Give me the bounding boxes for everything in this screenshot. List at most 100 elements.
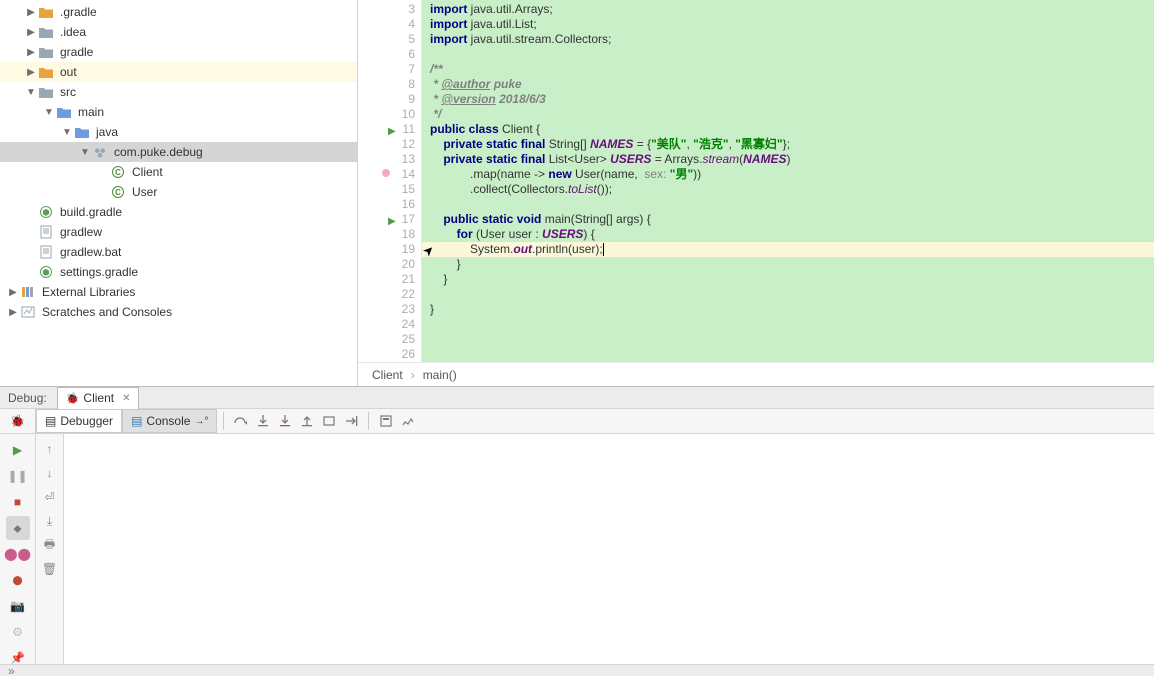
clear-icon[interactable]: 🗑: [39, 558, 61, 580]
tree-item[interactable]: CClient: [0, 162, 357, 182]
line-number[interactable]: 12: [358, 137, 421, 152]
code-line[interactable]: }: [422, 272, 1154, 287]
step-over-icon[interactable]: [230, 410, 252, 432]
line-number[interactable]: 22: [358, 287, 421, 302]
line-number[interactable]: 11▶: [358, 122, 421, 137]
close-icon[interactable]: ✕: [122, 393, 130, 404]
line-number[interactable]: 25: [358, 332, 421, 347]
tree-item[interactable]: ▼java: [0, 122, 357, 142]
code-line[interactable]: * @version 2018/6/3: [422, 92, 1154, 107]
breadcrumb-class[interactable]: Client: [372, 368, 403, 382]
line-number[interactable]: 3: [358, 2, 421, 17]
pin-icon[interactable]: →°: [194, 416, 208, 427]
expand-arrow-icon[interactable]: ▶: [24, 67, 38, 78]
tree-item[interactable]: ▼main: [0, 102, 357, 122]
tree-item[interactable]: ⬢build.gradle: [0, 202, 357, 222]
expand-arrow-icon[interactable]: ▶: [24, 47, 38, 58]
print-icon[interactable]: 🖶: [39, 534, 61, 556]
pause-icon[interactable]: ❚❚: [6, 464, 30, 488]
step-into-icon[interactable]: [252, 410, 274, 432]
down-icon[interactable]: ↓: [39, 462, 61, 484]
tab-debugger[interactable]: ▤ Debugger: [36, 409, 122, 433]
breadcrumb[interactable]: Client › main(): [358, 362, 1154, 386]
expand-arrow-icon[interactable]: ▶: [6, 287, 20, 298]
line-number[interactable]: 21: [358, 272, 421, 287]
tree-item[interactable]: CUser: [0, 182, 357, 202]
code-editor[interactable]: 34567891011▶121314151617▶181920212223242…: [358, 0, 1154, 386]
expand-arrow-icon[interactable]: ▼: [24, 87, 38, 98]
rerun-icon[interactable]: ▶: [6, 438, 30, 462]
code-line[interactable]: [422, 47, 1154, 62]
drop-frame-icon[interactable]: [318, 410, 340, 432]
line-number[interactable]: 13: [358, 152, 421, 167]
line-number[interactable]: 17▶: [358, 212, 421, 227]
line-number[interactable]: 20: [358, 257, 421, 272]
code-line[interactable]: private static final String[] NAMES = {"…: [422, 137, 1154, 152]
code-line[interactable]: [422, 287, 1154, 302]
code-line[interactable]: public static void main(String[] args) {: [422, 212, 1154, 227]
wrap-icon[interactable]: ⏎: [39, 486, 61, 508]
tree-item[interactable]: gradlew: [0, 222, 357, 242]
code-line[interactable]: [422, 347, 1154, 362]
code-line[interactable]: /**: [422, 62, 1154, 77]
expand-arrow-icon[interactable]: ▶: [24, 7, 38, 18]
settings-icon[interactable]: ⚙: [6, 620, 30, 644]
expand-arrow-icon[interactable]: ▶: [6, 307, 20, 318]
code-line[interactable]: [422, 332, 1154, 347]
line-number[interactable]: 6: [358, 47, 421, 62]
tree-item[interactable]: ▼src: [0, 82, 357, 102]
debug-run-tab[interactable]: 🐞 Client ✕: [57, 387, 140, 409]
breadcrumb-method[interactable]: main(): [423, 368, 457, 382]
step-out-icon[interactable]: [296, 410, 318, 432]
code-content[interactable]: import java.util.Arrays; import java.util…: [422, 0, 1154, 362]
scroll-end-icon[interactable]: ⤓: [39, 510, 61, 532]
debug-restore-icon[interactable]: 🐞: [10, 414, 25, 428]
code-line[interactable]: import java.util.Arrays;: [422, 2, 1154, 17]
code-line[interactable]: }: [422, 257, 1154, 272]
code-line[interactable]: }: [422, 302, 1154, 317]
code-line[interactable]: * @author puke: [422, 77, 1154, 92]
mute-breakpoints-icon[interactable]: ⬤⬤: [6, 542, 30, 566]
code-line[interactable]: .collect(Collectors.toList());: [422, 182, 1154, 197]
line-gutter[interactable]: 34567891011▶121314151617▶181920212223242…: [358, 0, 422, 362]
line-number[interactable]: 7: [358, 62, 421, 77]
code-line[interactable]: public class Client {: [422, 122, 1154, 137]
code-line[interactable]: private static final List<User> USERS = …: [422, 152, 1154, 167]
line-number[interactable]: 8: [358, 77, 421, 92]
evaluate-icon[interactable]: [375, 410, 397, 432]
code-line[interactable]: .map(name -> new User(name, sex: "男")): [422, 167, 1154, 182]
breakpoint-icon[interactable]: [382, 169, 390, 177]
stop-icon[interactable]: ■: [6, 490, 30, 514]
run-to-cursor-icon[interactable]: [340, 410, 362, 432]
line-number[interactable]: 23: [358, 302, 421, 317]
force-step-into-icon[interactable]: [274, 410, 296, 432]
statusbar-collapse-icon[interactable]: »: [8, 664, 13, 678]
line-number[interactable]: 15: [358, 182, 421, 197]
view-breakpoints-icon[interactable]: 🞙: [6, 516, 30, 540]
expand-arrow-icon[interactable]: ▶: [24, 27, 38, 38]
project-tree[interactable]: ▶.gradle▶.idea▶gradle▶out▼src▼main▼java▼…: [0, 0, 358, 386]
code-line[interactable]: for (User user : USERS) {: [422, 227, 1154, 242]
line-number[interactable]: 5: [358, 32, 421, 47]
line-number[interactable]: 10: [358, 107, 421, 122]
code-line[interactable]: [422, 197, 1154, 212]
line-number[interactable]: 26: [358, 347, 421, 362]
code-line[interactable]: [422, 317, 1154, 332]
console-output[interactable]: [64, 434, 1154, 670]
code-line[interactable]: */: [422, 107, 1154, 122]
code-line[interactable]: System.out.println(user);➤: [422, 242, 1154, 257]
expand-arrow-icon[interactable]: ▼: [42, 107, 56, 118]
tab-console[interactable]: ▤ Console →°: [122, 409, 217, 433]
line-number[interactable]: 9: [358, 92, 421, 107]
tree-item[interactable]: ▼com.puke.debug: [0, 142, 357, 162]
tree-item[interactable]: ▶out: [0, 62, 357, 82]
line-number[interactable]: 4: [358, 17, 421, 32]
tree-item[interactable]: gradlew.bat: [0, 242, 357, 262]
line-number[interactable]: 19: [358, 242, 421, 257]
tree-item[interactable]: ▶.gradle: [0, 2, 357, 22]
code-line[interactable]: import java.util.stream.Collectors;: [422, 32, 1154, 47]
scratches-consoles[interactable]: ▶Scratches and Consoles: [0, 302, 357, 322]
line-number[interactable]: 14: [358, 167, 421, 182]
up-icon[interactable]: ↑: [39, 438, 61, 460]
tree-item[interactable]: ▶.idea: [0, 22, 357, 42]
